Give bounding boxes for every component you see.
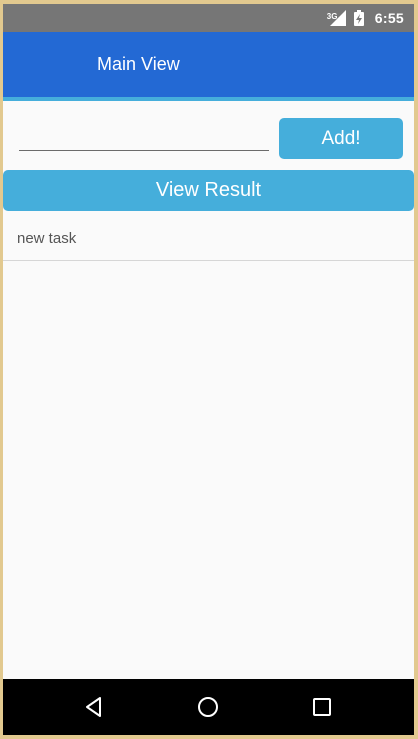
list-item[interactable]: new task [3, 216, 414, 261]
home-icon[interactable] [196, 695, 220, 719]
recent-apps-icon[interactable] [310, 695, 334, 719]
clock: 6:55 [374, 10, 404, 26]
network-type-label: 3G [326, 12, 338, 21]
task-input[interactable] [19, 126, 269, 151]
add-button[interactable]: Add! [279, 118, 403, 159]
back-icon[interactable] [83, 695, 107, 719]
task-list: new task [3, 216, 414, 261]
battery-charging-icon [353, 10, 364, 26]
signal-group: 3G [327, 9, 347, 27]
page-title: Main View [97, 54, 180, 74]
status-icons: 3G 6:55 [327, 4, 404, 32]
status-bar: 3G 6:55 [3, 4, 414, 32]
phone-screen: 3G 6:55 Main View Add! View Result new t… [3, 4, 414, 735]
list-item-label: new task [17, 229, 77, 247]
navigation-bar [3, 679, 414, 735]
app-bar-accent-strip [3, 97, 414, 101]
view-result-button[interactable]: View Result [3, 170, 414, 211]
app-bar: Main View [3, 32, 414, 97]
